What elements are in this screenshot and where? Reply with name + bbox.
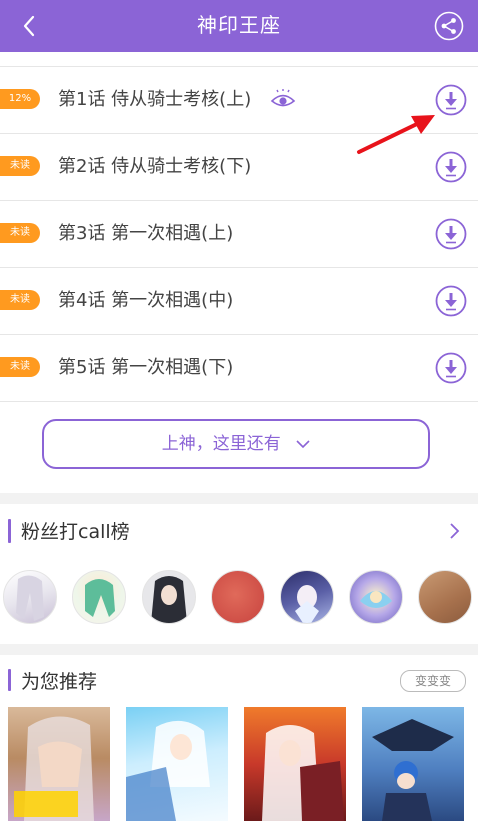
download-icon[interactable] <box>435 285 467 317</box>
download-icon[interactable] <box>435 84 467 116</box>
chapter-row-3[interactable]: 未读 第3话 第一次相遇(上) <box>0 200 478 267</box>
show-more-label: 上神，这里还有 <box>161 434 281 454</box>
fan-avatar[interactable] <box>349 570 403 624</box>
page-title: 神印王座 <box>197 13 281 37</box>
progress-badge: 12% <box>0 89 40 109</box>
section-accent-bar <box>8 669 11 691</box>
chapter-row-1[interactable]: 12% 第1话 侍从骑士考核(上) <box>0 66 478 133</box>
download-icon[interactable] <box>435 352 467 384</box>
unread-badge: 未读 <box>0 290 40 310</box>
chevron-right-icon[interactable] <box>448 522 460 540</box>
chevron-down-icon <box>296 440 310 449</box>
section-divider <box>0 644 478 655</box>
chapter-list: 12% 第1话 侍从骑士考核(上) 未读 第2话 侍从骑士考核(下) 未读 第3… <box>0 66 478 402</box>
refresh-recommendations-button[interactable]: 变变变 <box>400 670 466 692</box>
chapter-title[interactable]: 第5话 第一次相遇(下) <box>58 335 233 401</box>
chapter-title[interactable]: 第2话 侍从骑士考核(下) <box>58 134 251 200</box>
recommend-cover[interactable] <box>126 707 228 821</box>
share-icon[interactable] <box>434 11 464 41</box>
unread-badge: 未读 <box>0 223 40 243</box>
show-more-chapters-button[interactable]: 上神，这里还有 <box>42 419 430 469</box>
eye-icon <box>270 89 296 107</box>
download-icon[interactable] <box>435 218 467 250</box>
chapter-row-5[interactable]: 未读 第5话 第一次相遇(下) <box>0 334 478 402</box>
chapter-row-2[interactable]: 未读 第2话 侍从骑士考核(下) <box>0 133 478 200</box>
unread-badge: 未读 <box>0 156 40 176</box>
fan-avatar[interactable] <box>280 570 334 624</box>
fan-avatar[interactable] <box>72 570 126 624</box>
unread-badge: 未读 <box>0 357 40 377</box>
recommend-cover[interactable] <box>244 707 346 821</box>
chapter-title[interactable]: 第1话 侍从骑士考核(上) <box>58 67 251 133</box>
recommend-cover[interactable] <box>8 707 110 821</box>
section-accent-bar <box>8 519 11 543</box>
fan-avatar[interactable] <box>142 570 196 624</box>
top-bar: 神印王座 <box>0 0 478 52</box>
recommend-cover[interactable] <box>362 707 464 821</box>
section-divider <box>0 493 478 504</box>
fan-avatar[interactable] <box>3 570 57 624</box>
download-icon[interactable] <box>435 151 467 183</box>
chapter-title[interactable]: 第3话 第一次相遇(上) <box>58 201 233 267</box>
fan-avatar[interactable] <box>418 570 472 624</box>
chapter-row-4[interactable]: 未读 第4话 第一次相遇(中) <box>0 267 478 334</box>
recommend-section-title: 为您推荐 <box>21 671 98 693</box>
chapter-title[interactable]: 第4话 第一次相遇(中) <box>58 268 233 334</box>
fans-section-title: 粉丝打call榜 <box>21 521 130 543</box>
fan-avatar[interactable] <box>211 570 265 624</box>
